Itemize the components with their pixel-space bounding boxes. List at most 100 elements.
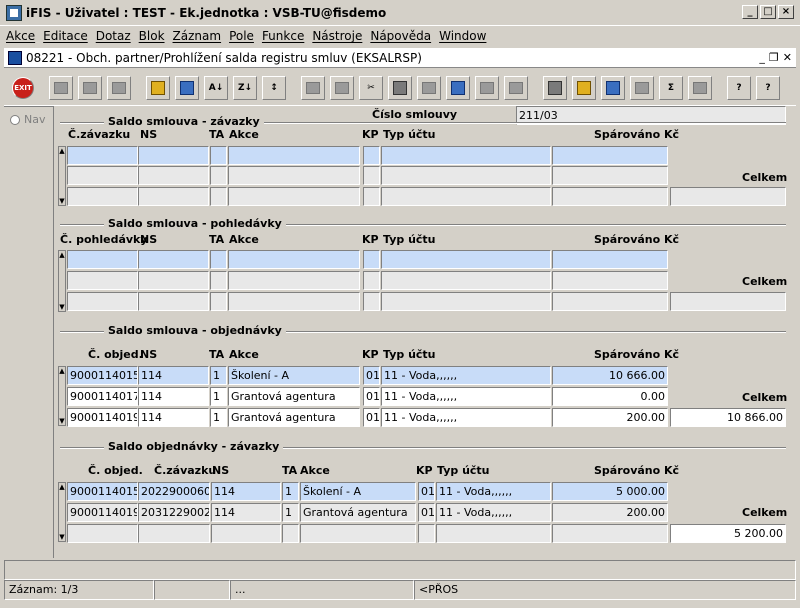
table-cell[interactable] xyxy=(67,146,138,165)
table-cell[interactable] xyxy=(228,187,360,206)
akce-cell[interactable]: Grantová agentura xyxy=(228,387,360,406)
table-cell[interactable] xyxy=(381,292,551,311)
order-number-cell[interactable]: 9000114015 xyxy=(67,366,138,385)
wheel-icon[interactable] xyxy=(572,75,596,100)
kp-cell[interactable]: 01 xyxy=(363,408,380,427)
minimize-button[interactable]: _ xyxy=(742,5,758,19)
scrollbar[interactable]: ▲ ▼ xyxy=(58,146,66,206)
list-icon[interactable] xyxy=(475,75,499,100)
paste-icon[interactable] xyxy=(330,75,354,100)
triangle-icon[interactable] xyxy=(601,75,625,100)
form-restore-icon[interactable]: ❐ xyxy=(769,51,779,64)
execute-query-icon[interactable] xyxy=(175,75,199,100)
table-cell[interactable] xyxy=(211,524,281,543)
form-minimize-icon[interactable]: _ xyxy=(759,51,765,64)
order-number-cell[interactable]: 9000114019 xyxy=(67,408,138,427)
ns-cell[interactable]: 114 xyxy=(138,408,209,427)
menu-editace[interactable]: Editace xyxy=(39,29,92,43)
liability-number-cell[interactable]: 2031229002 xyxy=(138,503,210,522)
table-cell[interactable] xyxy=(67,250,138,269)
table-cell[interactable] xyxy=(138,292,209,311)
menu-napoveda[interactable]: Nápověda xyxy=(366,29,435,43)
table-cell[interactable] xyxy=(381,166,551,185)
table-cell[interactable] xyxy=(210,271,227,290)
table-cell[interactable] xyxy=(363,271,380,290)
table-cell[interactable] xyxy=(282,524,299,543)
kp-cell[interactable]: 01 xyxy=(363,366,380,385)
table-cell[interactable] xyxy=(552,250,668,269)
table-cell[interactable] xyxy=(552,187,668,206)
menu-zaznam[interactable]: Záznam xyxy=(169,29,226,43)
ns-cell[interactable]: 114 xyxy=(138,387,209,406)
scrollbar[interactable]: ▲ ▼ xyxy=(58,482,66,542)
menu-window[interactable]: Window xyxy=(435,29,490,43)
table-cell[interactable] xyxy=(552,271,668,290)
record-icon[interactable] xyxy=(388,75,412,100)
table-cell[interactable] xyxy=(552,524,668,543)
ns-cell[interactable]: 114 xyxy=(138,366,209,385)
table-cell[interactable] xyxy=(228,271,360,290)
ta-cell[interactable]: 1 xyxy=(210,408,227,427)
order-number-cell[interactable]: 9000114017 xyxy=(67,387,138,406)
sparovano-cell[interactable]: 10 666.00 xyxy=(552,366,668,385)
table-cell[interactable] xyxy=(381,271,551,290)
typ-uctu-cell[interactable]: 11 - Voda,,,,,, xyxy=(381,387,551,406)
typ-uctu-cell[interactable]: 11 - Voda,,,,,, xyxy=(381,366,551,385)
order-number-cell[interactable]: 9000114019 xyxy=(67,503,138,522)
save-icon[interactable] xyxy=(49,75,73,100)
typ-uctu-cell[interactable]: 11 - Voda,,,,,, xyxy=(436,503,551,522)
table-cell[interactable] xyxy=(138,166,209,185)
table-cell[interactable] xyxy=(138,146,209,165)
table-cell[interactable] xyxy=(210,166,227,185)
table-cell[interactable] xyxy=(210,146,227,165)
menu-dotaz[interactable]: Dotaz xyxy=(92,29,135,43)
table-cell[interactable] xyxy=(67,166,138,185)
table-cell[interactable] xyxy=(300,524,416,543)
ns-cell[interactable]: 114 xyxy=(211,503,281,522)
table-cell[interactable] xyxy=(228,146,360,165)
table-cell[interactable] xyxy=(138,250,209,269)
table-cell[interactable] xyxy=(138,187,209,206)
sort-multi-icon[interactable]: ↕ xyxy=(262,75,286,100)
table-cell[interactable] xyxy=(418,524,435,543)
enter-query-icon[interactable] xyxy=(146,75,170,100)
scrollbar[interactable]: ▲ ▼ xyxy=(58,366,66,426)
akce-cell[interactable]: Školení - A xyxy=(300,482,416,501)
order-number-cell[interactable]: 9000114015 xyxy=(67,482,138,501)
sparovano-cell[interactable]: 200.00 xyxy=(552,503,668,522)
menu-pole[interactable]: Pole xyxy=(225,29,258,43)
menu-akce[interactable]: Akce xyxy=(2,29,39,43)
sum-button[interactable]: Σ xyxy=(659,75,683,100)
table-cell[interactable] xyxy=(363,292,380,311)
table-cell[interactable] xyxy=(363,250,380,269)
table-cell[interactable] xyxy=(552,292,668,311)
table-cell[interactable] xyxy=(228,250,360,269)
sparovano-cell[interactable]: 200.00 xyxy=(552,408,668,427)
maximize-button[interactable]: □ xyxy=(760,5,776,19)
sort-desc-icon[interactable]: Z↓ xyxy=(233,75,257,100)
table-cell[interactable] xyxy=(552,146,668,165)
disk-icon[interactable] xyxy=(630,75,654,100)
table-cell[interactable] xyxy=(67,187,138,206)
kp-cell[interactable]: 01 xyxy=(418,482,435,501)
scrollbar[interactable]: ▲ ▼ xyxy=(58,250,66,312)
table-cell[interactable] xyxy=(381,146,551,165)
copy-icon[interactable] xyxy=(301,75,325,100)
akce-cell[interactable]: Grantová agentura xyxy=(300,503,416,522)
table-cell[interactable] xyxy=(210,292,227,311)
cancel-icon[interactable] xyxy=(688,75,712,100)
table-cell[interactable] xyxy=(363,187,380,206)
typ-uctu-cell[interactable]: 11 - Voda,,,,,, xyxy=(436,482,551,501)
cut-icon[interactable]: ✂ xyxy=(359,75,383,100)
ta-cell[interactable]: 1 xyxy=(210,387,227,406)
sparovano-cell[interactable]: 0.00 xyxy=(552,387,668,406)
table-cell[interactable] xyxy=(210,250,227,269)
liability-number-cell[interactable]: 2022900060 xyxy=(138,482,210,501)
ta-cell[interactable]: 1 xyxy=(282,482,299,501)
table-cell[interactable] xyxy=(363,166,380,185)
grid-icon[interactable] xyxy=(504,75,528,100)
table-cell[interactable] xyxy=(228,292,360,311)
menu-funkce[interactable]: Funkce xyxy=(258,29,308,43)
insert-record-icon[interactable] xyxy=(417,75,441,100)
menu-blok[interactable]: Blok xyxy=(135,29,169,43)
